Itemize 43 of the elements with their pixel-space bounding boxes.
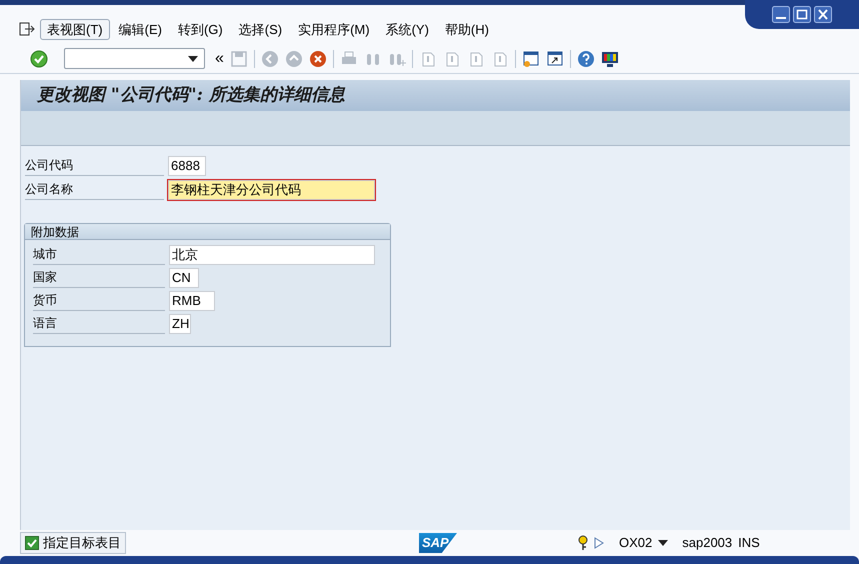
cancel-icon[interactable] (308, 50, 327, 68)
input-field[interactable]: 6888 (168, 156, 206, 176)
minimize-icon[interactable] (772, 6, 790, 23)
menu-icon[interactable] (19, 22, 35, 36)
input-field[interactable]: ZH (169, 314, 191, 334)
insert-mode: INS (738, 534, 760, 552)
group-title: 附加数据 (31, 224, 79, 240)
screen-title: 更改视图 "公司代码": 所选集的详细信息 (37, 84, 345, 107)
field-label: 公司代码 (25, 156, 164, 176)
close-icon[interactable] (814, 6, 832, 23)
menu-item[interactable]: 系统(Y) (378, 18, 436, 40)
help-icon[interactable] (576, 50, 595, 68)
menu-item[interactable]: 表视图(T) (40, 18, 110, 40)
field-label: 语言 (33, 314, 165, 334)
field-label: 城市 (33, 245, 165, 265)
key-icon[interactable] (577, 535, 589, 551)
field-label: 公司名称 (25, 180, 164, 200)
status-button[interactable]: 指定目标表目 (20, 532, 126, 554)
transaction-code: OX02 (619, 534, 652, 552)
shortcut-icon[interactable] (546, 50, 564, 68)
input-field[interactable]: RMB (169, 291, 215, 311)
dropdown-icon[interactable] (188, 56, 198, 62)
check-icon[interactable] (30, 50, 48, 68)
monitor-icon[interactable] (600, 50, 619, 68)
input-field[interactable]: 李钢柱天津分公司代码 (168, 180, 375, 200)
field-label: 国家 (33, 268, 165, 288)
menu-item[interactable]: 编辑(E) (112, 18, 169, 40)
menu-item[interactable]: 帮助(H) (438, 18, 496, 40)
maximize-icon[interactable] (793, 6, 811, 23)
menu-item[interactable]: 实用程序(M) (291, 18, 377, 40)
new-window-icon[interactable] (522, 50, 540, 68)
collapse-button[interactable]: « (215, 46, 224, 70)
input-field[interactable]: CN (169, 268, 199, 288)
play-icon[interactable] (593, 536, 605, 550)
checkbox-icon (25, 536, 39, 550)
sap-logo: SAP (419, 533, 457, 553)
menu-item[interactable]: 选择(S) (232, 18, 290, 40)
system-name: sap2003 (682, 534, 732, 552)
field-label: 货币 (33, 291, 165, 311)
dropdown-icon[interactable] (658, 540, 668, 546)
input-field[interactable]: 北京 (169, 245, 375, 265)
command-field[interactable] (64, 48, 205, 69)
menu-item[interactable]: 转到(G) (170, 18, 230, 40)
